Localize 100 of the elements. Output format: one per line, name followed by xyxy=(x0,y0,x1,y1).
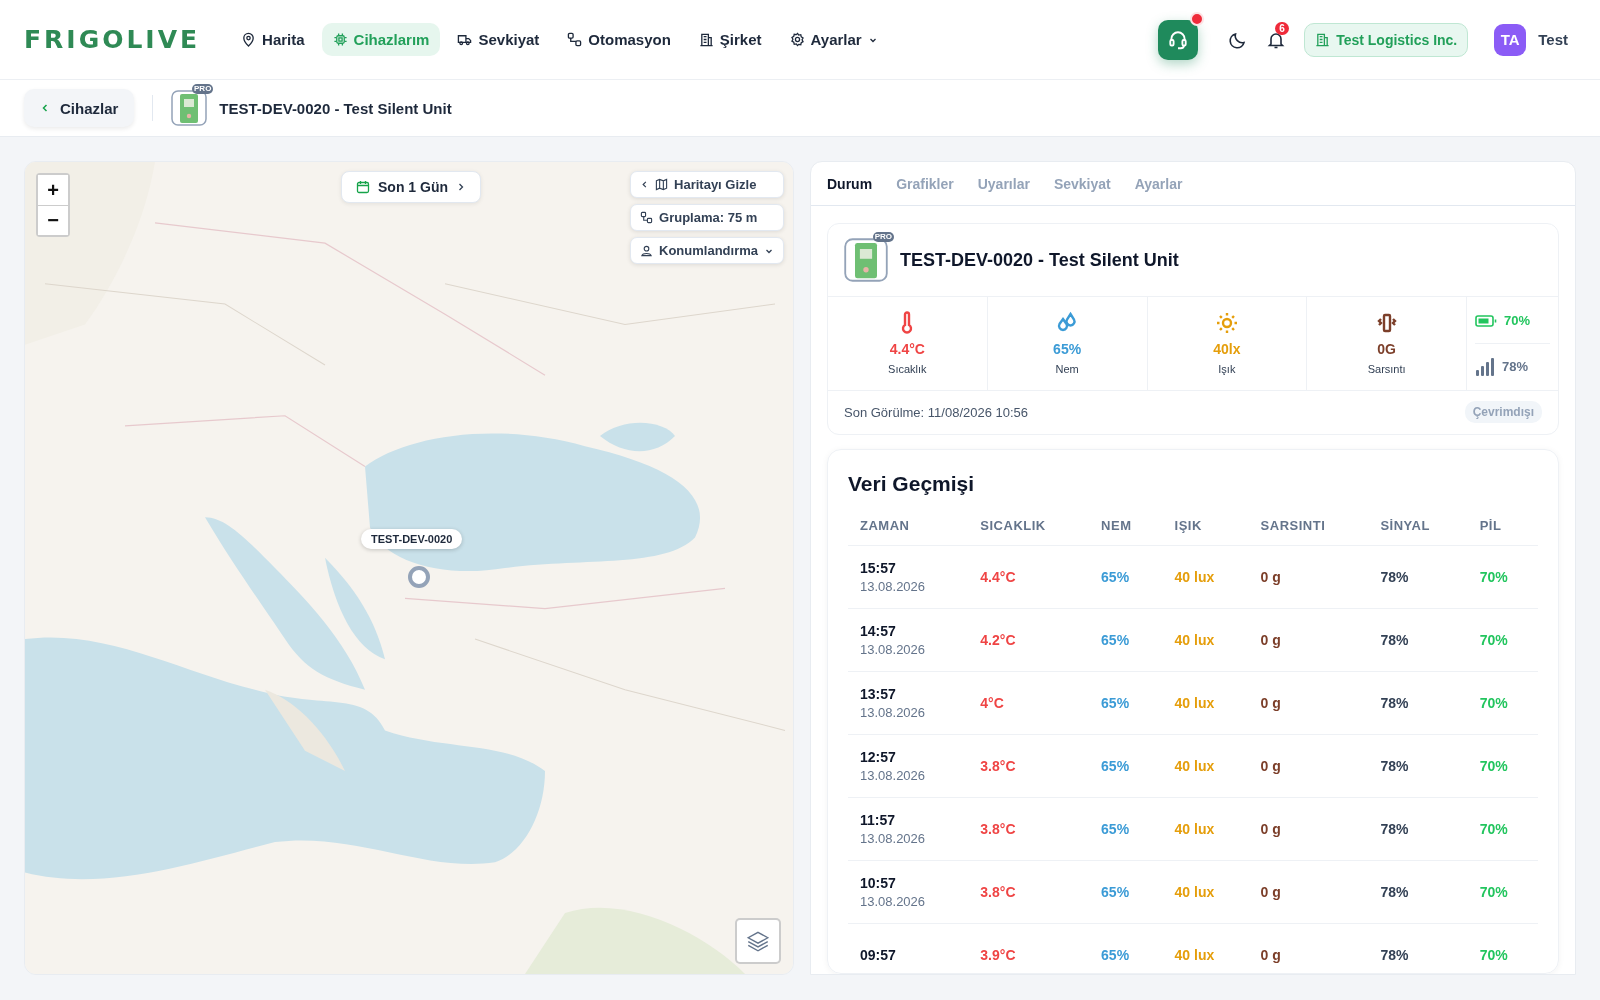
settings-icon xyxy=(789,32,805,47)
column-header: SİNYAL xyxy=(1380,518,1430,533)
pro-badge: PRO xyxy=(192,84,214,94)
battery-icon xyxy=(1475,313,1497,328)
metric-value: 65% xyxy=(1053,341,1082,357)
table-cell: 65% xyxy=(1101,758,1130,774)
column-header: NEM xyxy=(1101,518,1132,533)
truck-icon xyxy=(457,32,473,47)
column-header: PİL xyxy=(1479,518,1502,533)
battery-value: 70% xyxy=(1504,313,1531,328)
metric-value: 4.4°C xyxy=(889,341,925,357)
table-cell: 3.8°C xyxy=(980,821,1016,837)
history-title: Veri Geçmişi xyxy=(848,472,976,496)
table-cell: 40 lux xyxy=(1174,821,1215,837)
table-cell: 0 g xyxy=(1260,821,1281,837)
chip-icon xyxy=(332,32,348,47)
back-button[interactable]: Cihazlar xyxy=(24,89,135,127)
table-cell: 40 lux xyxy=(1174,947,1215,963)
table-cell: 78% xyxy=(1380,821,1409,837)
chevron-left-icon xyxy=(40,103,50,113)
metric-label: Işık xyxy=(1218,363,1236,375)
table-cell: 40 lux xyxy=(1174,884,1215,900)
table-cell: 78% xyxy=(1380,758,1409,774)
device-thumbnail xyxy=(844,238,888,282)
table-cell: 0 g xyxy=(1260,947,1281,963)
pro-badge: PRO xyxy=(872,232,894,242)
metric-label: Sıcaklık xyxy=(888,363,927,375)
table-cell: 78% xyxy=(1380,884,1409,900)
nav-item[interactable]: Şirket xyxy=(687,23,773,56)
table-cell: 65% xyxy=(1101,695,1130,711)
table-cell: 40 lux xyxy=(1174,569,1215,585)
nav-item[interactable]: Harita xyxy=(230,23,316,56)
device-title: TEST-DEV-0020 - Test Silent Unit xyxy=(900,249,1179,271)
table-cell: 70% xyxy=(1479,947,1508,963)
hide-map-button[interactable]: Haritayı Gizle xyxy=(630,171,784,198)
table-cell: 78% xyxy=(1380,947,1409,963)
last-seen-text: Son Görülme: 11/08/2026 10:56 xyxy=(844,404,1029,420)
nav-item[interactable]: Ayarlar xyxy=(778,23,889,56)
table-cell: 40 lux xyxy=(1174,695,1215,711)
time-cell-text: 09:57 xyxy=(860,947,897,963)
metric-value: 40lx xyxy=(1213,341,1241,357)
device-thumbnail xyxy=(171,90,208,126)
frigolive-logo[interactable]: FRIGOLIVE xyxy=(24,25,201,54)
support-button[interactable] xyxy=(1158,19,1199,60)
table-cell: 40 lux xyxy=(1174,632,1215,648)
notification-count: 6 xyxy=(1275,21,1289,35)
time-cell-text: 14:57 13.08.2026 xyxy=(860,623,927,657)
device-title: TEST-DEV-0020 - Test Silent Unit xyxy=(219,99,452,117)
table-cell: 40 lux xyxy=(1174,758,1215,774)
table-cell: 65% xyxy=(1101,947,1130,963)
user-avatar[interactable]: TA xyxy=(1494,23,1527,56)
table-cell: 65% xyxy=(1101,821,1130,837)
status-badge: Çevrimdışı xyxy=(1464,401,1542,423)
signal-icon xyxy=(1475,357,1495,376)
nav-item[interactable]: Otomasyon xyxy=(556,23,682,56)
marker-label: TEST-DEV-0020 xyxy=(361,529,463,549)
table-cell: 70% xyxy=(1479,632,1508,648)
tab[interactable]: Durum xyxy=(827,175,873,192)
table-cell: 70% xyxy=(1479,821,1508,837)
table-cell: 0 g xyxy=(1260,884,1281,900)
map-icon xyxy=(655,178,669,191)
table-cell: 65% xyxy=(1101,884,1130,900)
layers-button[interactable] xyxy=(735,918,781,964)
date-range-button[interactable]: Son 1 Gün xyxy=(341,171,481,203)
table-cell: 3.8°C xyxy=(980,884,1016,900)
signal-value: 78% xyxy=(1502,359,1529,374)
grouping-button[interactable]: Gruplama: 75 m xyxy=(630,204,784,231)
table-cell: 4.2°C xyxy=(980,632,1016,648)
table-cell: 70% xyxy=(1479,758,1508,774)
table-cell: 65% xyxy=(1101,632,1130,648)
table-cell: 0 g xyxy=(1260,569,1281,585)
column-header: SICAKLIK xyxy=(980,518,1046,533)
table-cell: 78% xyxy=(1380,695,1409,711)
table-cell: 3.9°C xyxy=(980,947,1016,963)
table-cell: 78% xyxy=(1380,569,1409,585)
positioning-dropdown[interactable]: Konumlandırma xyxy=(630,237,784,264)
table-cell: 70% xyxy=(1479,884,1508,900)
time-cell-text: 15:57 13.08.2026 xyxy=(860,560,927,594)
table-cell: 4°C xyxy=(980,695,1004,711)
user-name[interactable]: Test xyxy=(1538,31,1568,48)
table-cell: 0 g xyxy=(1260,632,1281,648)
group-icon xyxy=(640,211,654,224)
chevron-right-icon xyxy=(456,182,466,192)
column-header: ZAMAN xyxy=(860,518,910,533)
column-header: IŞIK xyxy=(1174,518,1202,533)
metric-label: Nem xyxy=(1055,363,1079,375)
metric-label: Sarsıntı xyxy=(1367,363,1406,375)
zoom-out-button[interactable]: − xyxy=(38,205,68,235)
calendar-icon xyxy=(356,180,370,194)
table-cell: 0 g xyxy=(1260,695,1281,711)
metric-value: 0G xyxy=(1377,341,1396,357)
building-icon xyxy=(1315,32,1331,47)
table-cell: 70% xyxy=(1479,695,1508,711)
flow-icon xyxy=(567,32,583,47)
nav-item[interactable]: Sevkiyat xyxy=(446,23,551,56)
table-cell: 78% xyxy=(1380,632,1409,648)
table-cell: 0 g xyxy=(1260,758,1281,774)
device-marker[interactable] xyxy=(408,566,430,588)
time-cell-text: 12:57 13.08.2026 xyxy=(860,749,927,783)
column-header: SARSINTI xyxy=(1260,518,1326,533)
